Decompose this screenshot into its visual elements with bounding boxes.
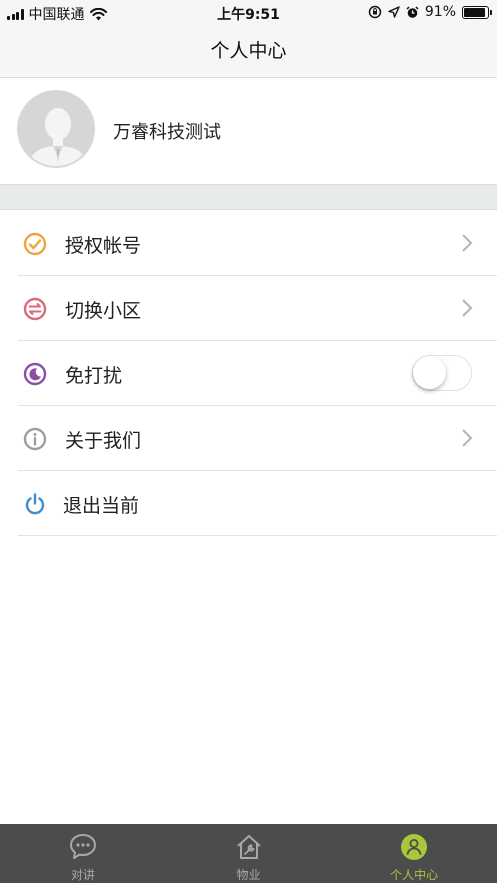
menu-item-label: 关于我们 bbox=[65, 430, 142, 452]
menu-item-label: 退出当前 bbox=[63, 495, 140, 517]
user-avatar-icon[interactable] bbox=[17, 90, 95, 168]
moon-icon bbox=[23, 362, 47, 386]
location-icon bbox=[388, 6, 400, 18]
tab-bar: 对讲 物业 个人中心 bbox=[0, 824, 497, 883]
profile-header[interactable]: 万睿科技测试 bbox=[0, 78, 497, 184]
battery-icon bbox=[462, 5, 492, 19]
chevron-right-icon bbox=[462, 299, 473, 317]
battery-percent: 91% bbox=[424, 4, 456, 20]
tab-intercom[interactable]: 对讲 bbox=[0, 824, 166, 883]
menu-item-label: 切换小区 bbox=[65, 300, 142, 322]
alarm-icon bbox=[406, 5, 419, 18]
tab-label: 物业 bbox=[236, 868, 261, 882]
tab-label: 对讲 bbox=[70, 868, 95, 882]
menu-item-do-not-disturb: 免打扰 bbox=[0, 341, 497, 406]
tab-personal-center[interactable]: 个人中心 bbox=[331, 824, 497, 883]
house-wrench-icon bbox=[236, 835, 261, 859]
menu-item-logout[interactable]: 退出当前 bbox=[0, 471, 497, 536]
page-title: 个人中心 bbox=[210, 40, 287, 62]
nav-bar: 个人中心 bbox=[0, 26, 497, 78]
chat-bubble-icon bbox=[69, 834, 96, 859]
section-divider bbox=[0, 184, 497, 210]
menu-item-authorized-accounts[interactable]: 授权帐号 bbox=[0, 211, 497, 276]
toggle-knob bbox=[413, 356, 446, 389]
chevron-right-icon bbox=[462, 429, 473, 447]
menu-item-about-us[interactable]: 关于我们 bbox=[0, 406, 497, 471]
status-bar: 中国联通 上午9:51 91% bbox=[0, 0, 497, 26]
menu-item-switch-community[interactable]: 切换小区 bbox=[0, 276, 497, 341]
power-icon bbox=[25, 493, 45, 515]
menu-item-label: 免打扰 bbox=[65, 365, 123, 387]
tab-label: 个人中心 bbox=[390, 868, 439, 882]
chevron-right-icon bbox=[462, 234, 473, 252]
person-icon bbox=[401, 834, 428, 860]
settings-menu: 授权帐号 切换小区 免打扰 关于我们 退出当前 bbox=[0, 211, 497, 536]
do-not-disturb-toggle[interactable] bbox=[412, 355, 472, 391]
menu-item-label: 授权帐号 bbox=[65, 235, 142, 257]
rotation-lock-icon bbox=[368, 5, 382, 19]
switch-arrows-icon bbox=[23, 297, 47, 321]
profile-name: 万睿科技测试 bbox=[113, 122, 221, 143]
tab-property[interactable]: 物业 bbox=[166, 824, 332, 883]
info-icon bbox=[23, 427, 47, 451]
check-circle-icon bbox=[23, 232, 47, 256]
